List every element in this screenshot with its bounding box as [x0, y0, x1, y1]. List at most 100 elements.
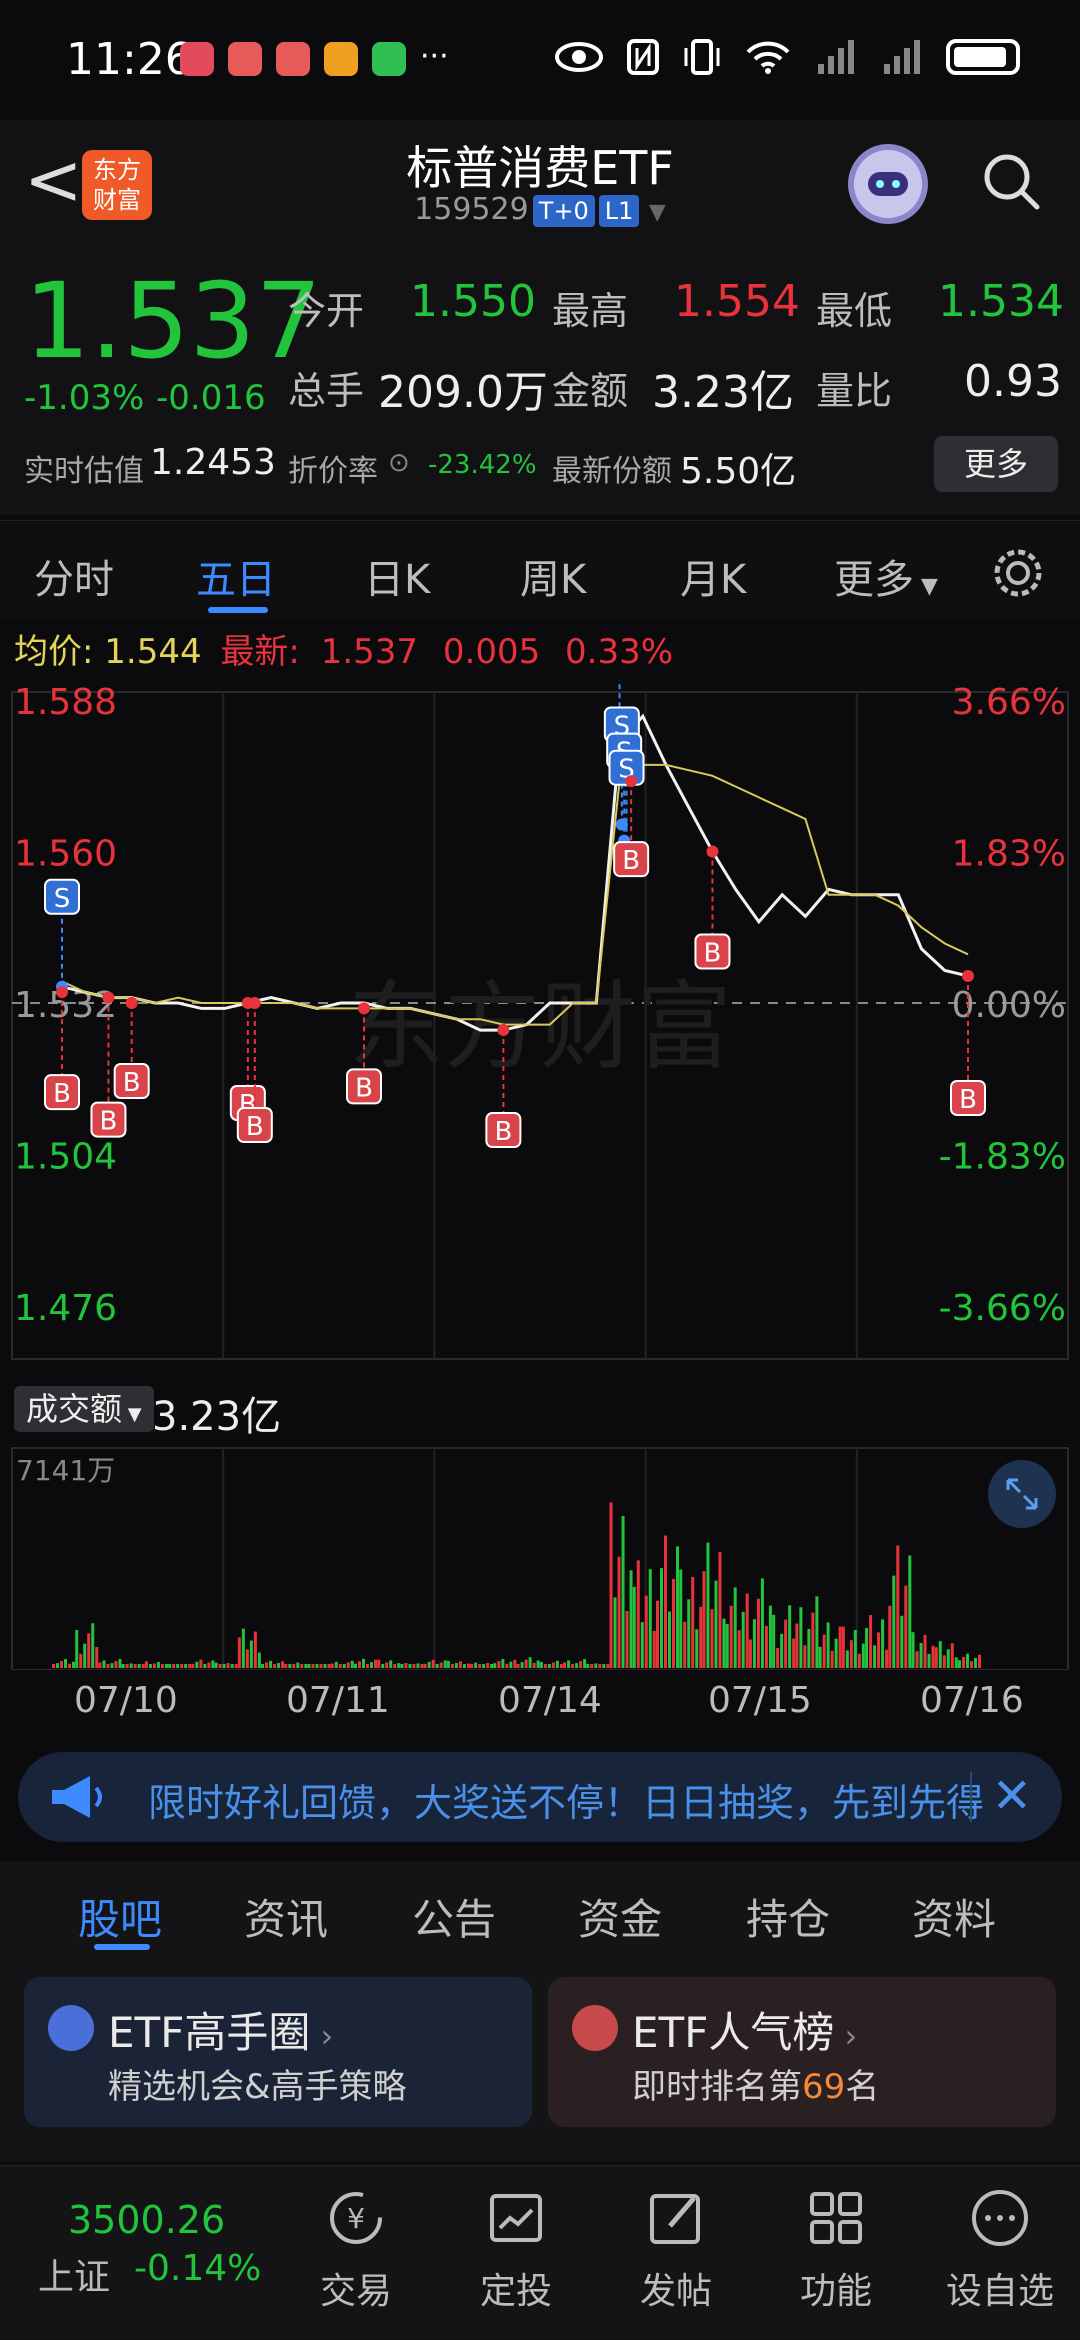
volume-max-label: 7141万: [16, 1454, 115, 1487]
tab-profile[interactable]: 资料: [912, 1886, 996, 1947]
volume-bar: [672, 1578, 675, 1668]
volume-bar: [64, 1659, 67, 1668]
volume-bar: [121, 1664, 125, 1668]
volume-bar: [896, 1545, 900, 1668]
volume-bar: [133, 1664, 137, 1668]
volume-bar: [718, 1552, 722, 1668]
volume-bar: [393, 1664, 397, 1668]
tab-guba[interactable]: 股吧: [78, 1886, 162, 1947]
index-value: 3500.26: [68, 2198, 226, 2242]
search-icon[interactable]: [980, 150, 1042, 212]
five-day-price-chart[interactable]: 东方财富 1.588 3.66%1.560 1.83%1.532 0.00%1.504…: [0, 680, 1080, 1380]
volume-bar: [412, 1664, 416, 1668]
volume-bar: [79, 1653, 83, 1668]
etf-expert-circle-card[interactable]: ETF高手圈 › 精选机会&高手策略: [24, 1977, 532, 2127]
tab-news[interactable]: 资讯: [244, 1886, 328, 1947]
close-icon[interactable]: ✕: [992, 1768, 1032, 1824]
volume-bar: [501, 1659, 505, 1668]
volume-bar: [346, 1662, 350, 1668]
volume-bar: [323, 1664, 327, 1668]
nav-functions[interactable]: 功能: [776, 2176, 896, 2314]
estimate-label: 实时估值: [24, 454, 144, 489]
volume-bar: [400, 1664, 404, 1668]
high-value: 1.554: [674, 276, 800, 327]
volume-bar: [222, 1664, 226, 1668]
volume-bar: [188, 1664, 192, 1668]
latest-change-pct: 0.33%: [565, 632, 674, 672]
stock-header: < 东方 财富 标普消费ETF 159529 T+0 L1 ▼: [0, 120, 1080, 250]
volume-bar: [873, 1645, 877, 1668]
index-ticker[interactable]: 3500.26 上证 -0.14%: [20, 2178, 280, 2300]
volume-bar: [927, 1653, 931, 1668]
info-icon[interactable]: ⊙: [388, 448, 410, 478]
volume-bar: [606, 1663, 610, 1668]
volume-bar: [83, 1643, 87, 1668]
volume-type-dropdown[interactable]: 成交额 ▼: [14, 1386, 154, 1432]
bottom-navigation: 3500.26 上证 -0.14% ¥ 交易 定投 发帖 功能 设自选: [0, 2165, 1080, 2340]
volume-bar: [98, 1662, 102, 1668]
tab-funds[interactable]: 资金: [578, 1886, 662, 1947]
nav-invest-plan[interactable]: 定投: [456, 2176, 576, 2314]
wifi-icon: [746, 41, 790, 74]
marker-label: B: [704, 939, 722, 969]
nav-label: 功能: [799, 2271, 872, 2312]
tab-announcements[interactable]: 公告: [412, 1886, 496, 1947]
nav-add-watchlist[interactable]: 设自选: [940, 2176, 1060, 2314]
tab-more[interactable]: 更多 ▼: [834, 547, 938, 605]
volume-bar: [532, 1662, 536, 1668]
volume-bar: [756, 1598, 760, 1668]
marker-dot: [706, 845, 719, 858]
index-name: 上证: [38, 2257, 111, 2298]
volume-bar: [261, 1664, 265, 1668]
volume-bar: [446, 1660, 450, 1668]
volume-bar: [110, 1663, 114, 1668]
robot-assistant-icon[interactable]: [848, 144, 928, 224]
nfc-icon: [627, 39, 659, 75]
tab-monthly-k[interactable]: 月K: [680, 547, 746, 605]
volume-bar: [962, 1656, 965, 1668]
volume-bar: [141, 1663, 145, 1668]
volume-bar: [277, 1663, 281, 1668]
settings-gear-icon[interactable]: [990, 545, 1046, 601]
y-pct-label: 1.83%: [952, 834, 1066, 875]
volume-bar: [218, 1664, 222, 1668]
expand-chart-button[interactable]: [988, 1460, 1056, 1528]
caret-down-icon: ▼: [122, 1404, 142, 1425]
marker-label: B: [355, 1073, 373, 1103]
tab-weekly-k[interactable]: 周K: [520, 547, 586, 605]
marker-label: B: [246, 1112, 264, 1142]
volume-bar: [164, 1664, 168, 1668]
eye-icon: [555, 42, 603, 72]
card-subtitle: 精选机会&高手策略: [108, 2067, 407, 2107]
volume-bar: [334, 1661, 338, 1668]
nav-label: 定投: [479, 2271, 552, 2312]
nav-trade[interactable]: ¥ 交易: [296, 2176, 416, 2314]
volume-bar: [304, 1664, 308, 1668]
volume-bar: [784, 1619, 788, 1668]
volume-bar: [528, 1657, 532, 1668]
more-button[interactable]: 更多: [934, 436, 1058, 492]
etf-popularity-card[interactable]: ETF人气榜 › 即时排名第69名: [548, 1977, 1056, 2127]
marker-dot: [358, 1002, 370, 1015]
volume-bar: [815, 1596, 819, 1668]
marker-label: S: [54, 884, 71, 914]
volume-bar: [152, 1663, 156, 1668]
t0-badge: T+0: [532, 195, 595, 227]
tab-five-day[interactable]: 五日: [196, 547, 276, 605]
volume-bar: [176, 1664, 180, 1668]
volume-bar: [737, 1630, 741, 1668]
tab-intraday[interactable]: 分时: [34, 547, 114, 605]
volume-bar: [648, 1569, 652, 1668]
volume-bar: [454, 1663, 458, 1668]
volume-bar: [427, 1661, 431, 1668]
volume-bar: [970, 1661, 973, 1668]
date-label: 07/16: [920, 1680, 1024, 1721]
change-value: -0.016: [156, 378, 266, 418]
volume-bar: [838, 1626, 842, 1668]
volume-bar: [849, 1640, 853, 1668]
nav-post[interactable]: 发帖: [616, 2176, 736, 2314]
promo-banner[interactable]: 限时好礼回馈，大奖送不停！日日抽奖，先到先得 ✕: [18, 1752, 1062, 1842]
tab-daily-k[interactable]: 日K: [364, 547, 430, 605]
tab-holdings[interactable]: 持仓: [746, 1886, 830, 1947]
volume-bar: [168, 1664, 172, 1668]
